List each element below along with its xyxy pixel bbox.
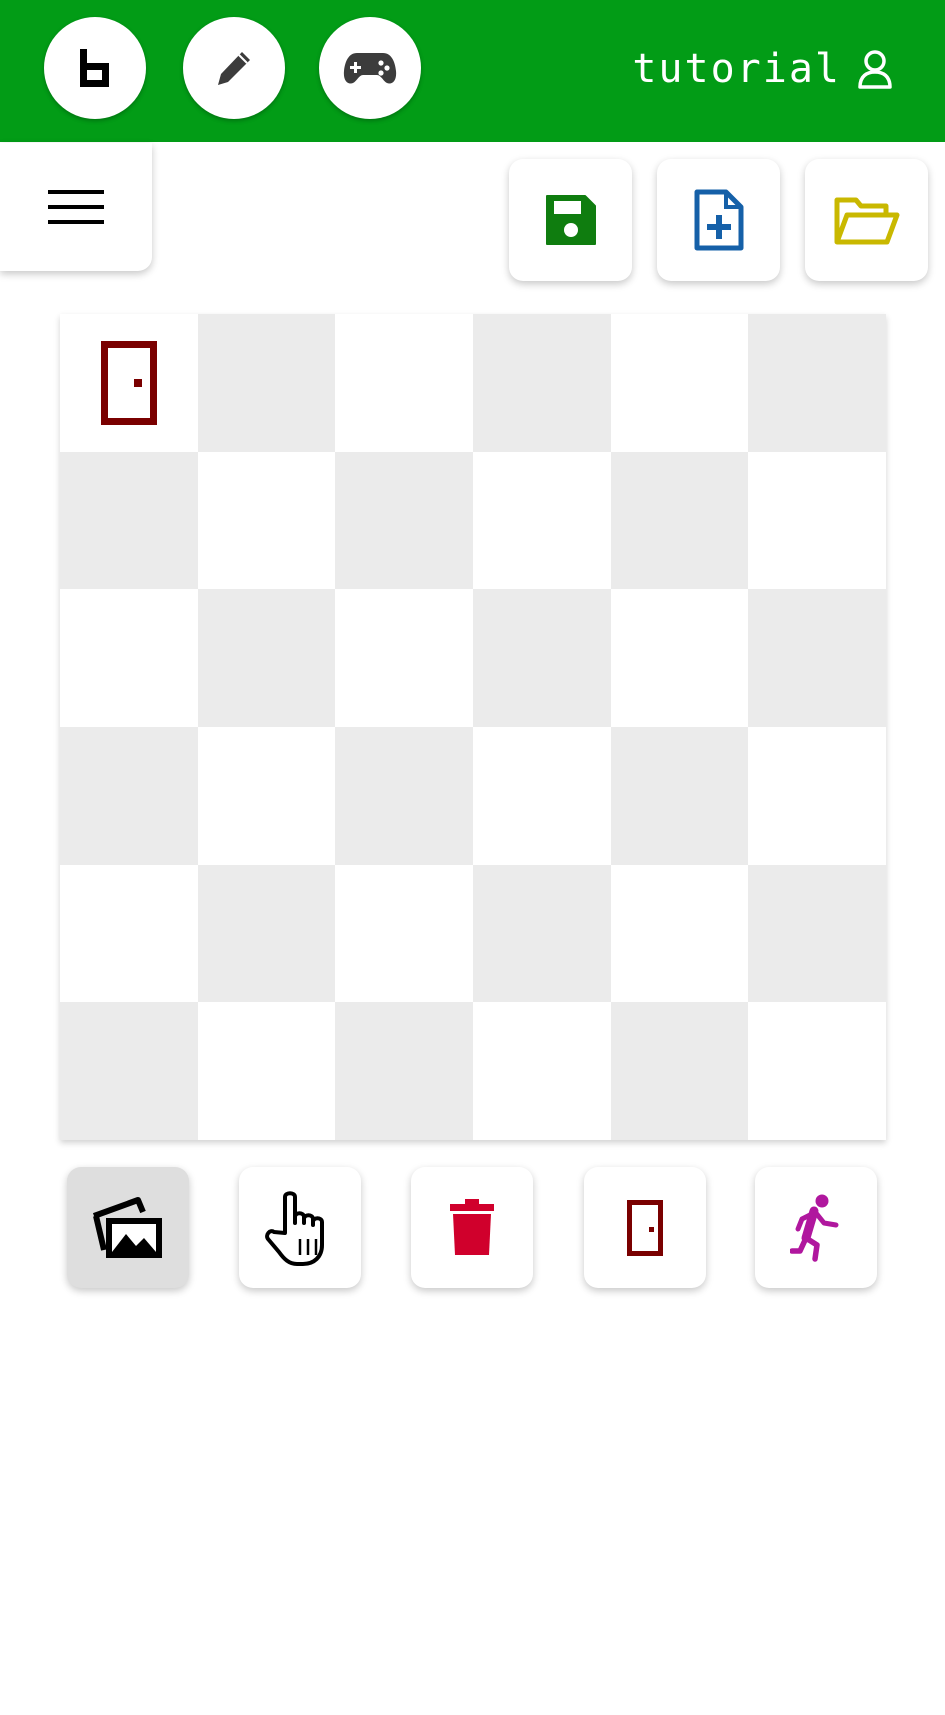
grid-cell[interactable] — [335, 727, 473, 865]
delete-tool-button[interactable] — [411, 1167, 533, 1288]
grid-cell[interactable] — [197, 864, 336, 1003]
player-tool-button[interactable] — [755, 1167, 877, 1288]
select-tool-button[interactable] — [239, 1167, 361, 1288]
grid-cell[interactable] — [335, 1002, 473, 1140]
grid-cell[interactable] — [610, 314, 749, 452]
grid-cell[interactable] — [748, 314, 886, 452]
hamburger-menu-icon — [48, 190, 104, 224]
save-icon — [545, 195, 596, 245]
grid-cell[interactable] — [610, 451, 749, 590]
save-button[interactable] — [509, 159, 632, 281]
grid-cell[interactable] — [473, 589, 611, 727]
grid-cell[interactable] — [473, 727, 611, 865]
grid-cell[interactable] — [748, 451, 886, 590]
open-folder-icon — [834, 197, 899, 245]
grid-cell[interactable] — [335, 451, 473, 590]
grid-cell[interactable] — [473, 1002, 611, 1140]
gamepad-icon — [343, 53, 397, 84]
grid-cell[interactable] — [197, 727, 336, 865]
grid-cell[interactable] — [610, 727, 749, 865]
images-icon — [92, 1196, 162, 1258]
user-account[interactable]: tutorial — [632, 44, 893, 94]
door-tool-button[interactable] — [584, 1167, 706, 1288]
grid-cell[interactable] — [748, 864, 886, 1003]
username-label: tutorial — [632, 46, 841, 92]
grid-cell[interactable] — [335, 864, 473, 1003]
grid-cell[interactable] — [473, 314, 611, 452]
new-file-button[interactable] — [657, 159, 780, 281]
grid-cell[interactable] — [610, 864, 749, 1003]
grid-cell[interactable] — [748, 589, 886, 727]
grid-cell[interactable] — [197, 314, 336, 452]
grid-cell[interactable] — [60, 589, 198, 727]
grid-cell[interactable] — [610, 1002, 749, 1140]
pointing-hand-icon — [265, 1190, 324, 1266]
pencil-icon — [218, 52, 250, 85]
grid-cell[interactable] — [60, 314, 198, 452]
grid-cell[interactable] — [748, 1002, 886, 1140]
home-logo-button[interactable] — [44, 17, 146, 119]
running-person-icon — [790, 1194, 839, 1262]
logo-b-icon — [80, 49, 109, 87]
grid-cell[interactable] — [748, 727, 886, 865]
grid-cell[interactable] — [197, 451, 336, 590]
grid-cell[interactable] — [197, 589, 336, 727]
door-icon — [627, 1199, 663, 1256]
open-folder-button[interactable] — [805, 159, 928, 281]
grid-cell[interactable] — [60, 451, 198, 590]
edit-mode-button[interactable] — [183, 17, 285, 119]
door-icon — [100, 340, 157, 425]
grid-cell[interactable] — [60, 1002, 198, 1140]
level-grid[interactable] — [60, 314, 886, 1140]
new-file-icon — [694, 189, 743, 251]
grid-cell[interactable] — [335, 314, 473, 452]
grid-cell[interactable] — [60, 727, 198, 865]
grid-cell[interactable] — [473, 451, 611, 590]
menu-button[interactable] — [0, 143, 152, 271]
play-mode-button[interactable] — [319, 17, 421, 119]
background-tool-button[interactable] — [67, 1167, 189, 1288]
grid-cell[interactable] — [197, 1002, 336, 1140]
grid-cell[interactable] — [473, 864, 611, 1003]
user-icon — [858, 50, 892, 89]
grid-cell[interactable] — [60, 864, 198, 1003]
grid-cell[interactable] — [335, 589, 473, 727]
grid-cell[interactable] — [610, 589, 749, 727]
app-header: tutorial — [0, 0, 945, 142]
trash-icon — [450, 1198, 494, 1255]
